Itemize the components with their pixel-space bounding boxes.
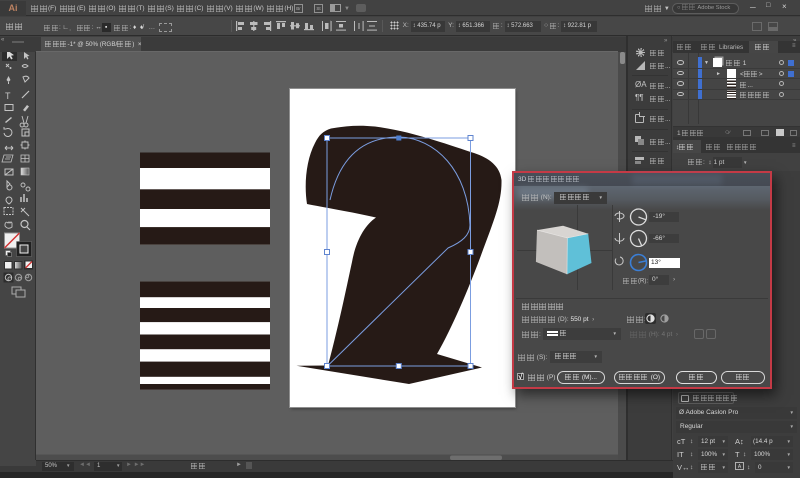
svg-text:T: T (5, 91, 11, 101)
